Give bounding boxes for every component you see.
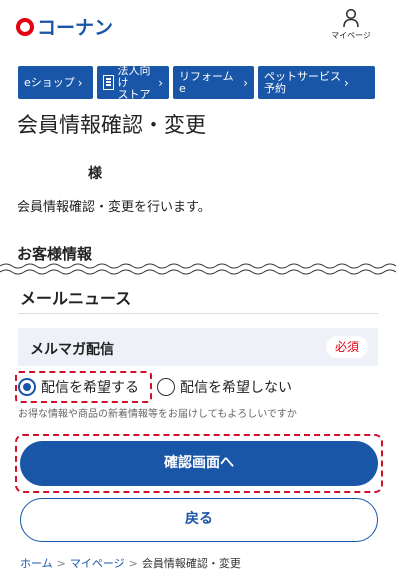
- radio-option-subscribe[interactable]: 配信を希望する: [18, 377, 139, 397]
- nav-reform-label: リフォームe: [179, 69, 234, 95]
- member-name-suffix: 様: [88, 166, 102, 182]
- service-nav: eショップ › 法人向け ストア › リフォームe › ペットサービス 予約 ›: [18, 63, 375, 101]
- chevron-right-icon: ›: [243, 75, 248, 90]
- radio-subscribe-label: 配信を希望する: [41, 380, 139, 396]
- nav-eshop-label: eショップ: [24, 75, 75, 89]
- radio-unsubscribe-label: 配信を希望しない: [180, 380, 292, 396]
- chevron-right-icon: ›: [77, 75, 83, 90]
- radio-option-unsubscribe[interactable]: 配信を希望しない: [157, 377, 292, 397]
- breadcrumb: ホーム > マイページ > 会員情報確認・変更: [20, 555, 241, 571]
- required-badge: 必須: [326, 336, 368, 358]
- mypage-label: マイページ: [331, 31, 371, 40]
- chevron-right-icon: ›: [158, 75, 163, 90]
- nav-eshop-button[interactable]: eショップ ›: [18, 66, 93, 99]
- melmaga-hint: お得な情報や商品の新着情報等をお届けしてもよろしいですか: [18, 409, 297, 420]
- nav-pet-line2: 予約: [264, 81, 286, 95]
- nav-pet-button[interactable]: ペットサービス 予約 ›: [258, 66, 375, 99]
- nav-reform-button[interactable]: リフォームe ›: [173, 66, 254, 99]
- nav-pet-label: ペットサービス 予約: [264, 70, 341, 95]
- nav-houjin-label: 法人向け ストア: [117, 63, 156, 101]
- breadcrumb-separator: >: [128, 556, 138, 570]
- melmaga-field-header: メルマガ配信 必須: [18, 328, 378, 366]
- breadcrumb-home-link[interactable]: ホーム: [20, 555, 53, 571]
- nav-houjin-button[interactable]: 法人向け ストア ›: [97, 63, 169, 101]
- page-description: 会員情報確認・変更を行います。: [17, 200, 211, 215]
- nav-houjin-line2: ストア: [117, 87, 151, 101]
- chevron-right-icon: ›: [344, 75, 349, 90]
- section-divider: [18, 313, 378, 314]
- confirm-button[interactable]: 確認画面へ: [20, 441, 378, 486]
- breadcrumb-separator: >: [56, 556, 66, 570]
- page-title: 会員情報確認・変更: [17, 113, 206, 137]
- site-header: コーナン マイページ: [0, 0, 398, 56]
- building-icon: [103, 75, 114, 90]
- konan-logo[interactable]: コーナン: [16, 13, 113, 40]
- section-heading-mailnews: メールニュース: [20, 289, 132, 308]
- breadcrumb-current: 会員情報確認・変更: [141, 557, 241, 570]
- melmaga-label: メルマガ配信: [30, 342, 114, 358]
- radio-unselected-icon[interactable]: [157, 378, 175, 396]
- logo-mark-icon: [16, 17, 34, 36]
- mypage-button[interactable]: マイページ: [326, 8, 376, 41]
- nav-houjin-line1: 法人向け: [117, 63, 151, 89]
- torn-edge-divider: [0, 263, 397, 275]
- radio-selected-icon[interactable]: [18, 378, 36, 396]
- logo-text: コーナン: [37, 17, 114, 39]
- breadcrumb-mypage-link[interactable]: マイページ: [70, 555, 125, 571]
- back-button[interactable]: 戻る: [20, 498, 378, 542]
- section-heading-customer: お客様情報: [17, 245, 93, 263]
- user-icon: [343, 8, 359, 28]
